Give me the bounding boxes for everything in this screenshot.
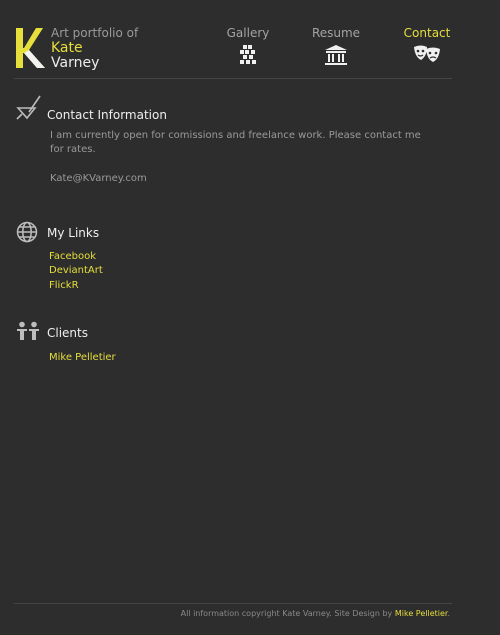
quill-icon (16, 95, 41, 120)
building-icon (325, 45, 347, 65)
footer-designer-link[interactable]: Mike Pelletier (395, 609, 448, 618)
footer-text: All information copyright Kate Varney. S… (180, 609, 393, 618)
footer-copyright: All information copyright Kate Varney. S… (181, 609, 450, 618)
link-deviantart[interactable]: DeviantArt (49, 265, 103, 276)
site-logo[interactable]: Art portfolio of Kate Varney (14, 26, 154, 72)
nav-gallery-label: Gallery (226, 26, 270, 40)
people-icon (17, 321, 39, 340)
nav-contact-label: Contact (403, 26, 451, 40)
link-flickr[interactable]: FlickR (49, 280, 79, 291)
theater-masks-icon (414, 45, 440, 62)
nav-resume[interactable]: Resume (309, 26, 363, 66)
footer-end: . (447, 609, 450, 618)
nav-contact[interactable]: Contact (398, 26, 456, 64)
footer-divider (14, 603, 452, 604)
globe-icon (16, 221, 38, 243)
nav-resume-label: Resume (311, 26, 361, 40)
clients-heading: Clients (47, 326, 88, 340)
contact-email[interactable]: Kate@KVarney.com (50, 172, 422, 186)
gallery-icon (240, 45, 256, 64)
contact-info-heading: Contact Information (47, 108, 167, 122)
logo-monogram-k (16, 28, 45, 68)
logo-last-name: Varney (51, 55, 100, 71)
header-divider (14, 78, 452, 79)
contact-info-text: I am currently open for comissions and f… (50, 130, 421, 155)
logo-tagline: Art portfolio of (51, 26, 139, 40)
nav-gallery[interactable]: Gallery (222, 26, 274, 66)
my-links-heading: My Links (47, 226, 100, 240)
logo-first-name: Kate (51, 40, 83, 56)
link-facebook[interactable]: Facebook (49, 251, 96, 262)
client-item[interactable]: Mike Pelletier (49, 352, 116, 363)
